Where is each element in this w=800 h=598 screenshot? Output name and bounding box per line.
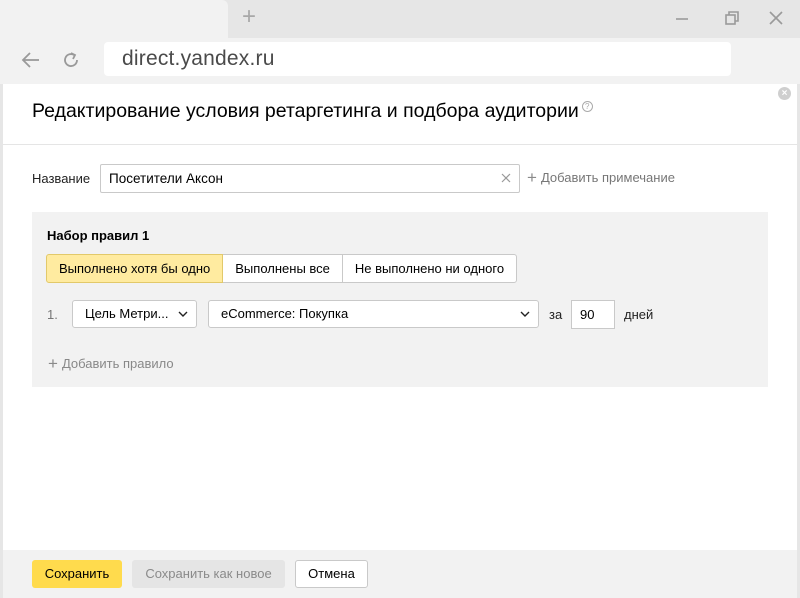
- modal-title: Редактирование условия ретаргетинга и по…: [32, 100, 593, 123]
- back-arrow-icon[interactable]: [19, 48, 43, 72]
- clear-input-icon[interactable]: [501, 165, 511, 192]
- plus-icon: +: [48, 354, 58, 373]
- add-note-label: Добавить примечание: [540, 170, 675, 185]
- add-rule-link[interactable]: + Добавить правило: [48, 354, 174, 373]
- plus-icon: +: [527, 168, 537, 187]
- mode-none-button[interactable]: Не выполнено ни одного: [341, 254, 518, 283]
- days-input[interactable]: 90: [571, 300, 615, 329]
- rule-goal-value: eCommerce: Покупка: [221, 306, 349, 321]
- add-note-link[interactable]: + Добавить примечание: [527, 168, 675, 187]
- mode-any-button[interactable]: Выполнено хотя бы одно: [46, 254, 224, 283]
- close-icon[interactable]: [766, 8, 786, 28]
- rule-type-value: Цель Метри...: [85, 306, 169, 321]
- new-tab-button[interactable]: +: [237, 5, 261, 30]
- minimize-icon[interactable]: [672, 8, 692, 28]
- help-icon[interactable]: ?: [581, 101, 593, 112]
- ruleset-mode-switch: Выполнено хотя бы одно Выполнены все Не …: [46, 254, 518, 283]
- days-label: дней: [624, 307, 654, 322]
- name-input[interactable]: Посетители Аксон: [100, 164, 520, 193]
- save-button[interactable]: Сохранить: [32, 560, 122, 588]
- address-bar-row: direct.yandex.ru: [0, 38, 800, 84]
- chevron-down-icon: [178, 311, 188, 317]
- ruleset-title: Набор правил 1: [47, 228, 150, 243]
- cancel-button[interactable]: Отмена: [295, 560, 368, 588]
- restore-icon[interactable]: [722, 8, 742, 28]
- name-label: Название: [32, 171, 91, 186]
- add-rule-label: Добавить правило: [61, 356, 174, 371]
- save-as-new-button[interactable]: Сохранить как новое: [132, 560, 285, 588]
- url-field[interactable]: direct.yandex.ru: [104, 42, 731, 76]
- modal-footer: Сохранить Сохранить как новое Отмена: [3, 550, 797, 598]
- for-label: за: [549, 307, 563, 322]
- ruleset-panel: Набор правил 1 Выполнено хотя бы одно Вы…: [32, 212, 768, 387]
- reload-icon[interactable]: [59, 48, 83, 72]
- browser-tab-bar: +: [0, 0, 800, 38]
- title-divider: [3, 144, 797, 145]
- retargeting-modal: × Редактирование условия ретаргетинга и …: [3, 84, 797, 598]
- chevron-down-icon: [520, 311, 530, 317]
- mode-all-button[interactable]: Выполнены все: [222, 254, 343, 283]
- browser-tab[interactable]: [0, 0, 228, 38]
- name-input-value: Посетители Аксон: [109, 171, 223, 186]
- rule-goal-select[interactable]: eCommerce: Покупка: [208, 300, 539, 328]
- modal-close-icon[interactable]: ×: [778, 87, 791, 100]
- rule-number: 1.: [47, 307, 58, 322]
- rule-type-select[interactable]: Цель Метри...: [72, 300, 197, 328]
- modal-title-text: Редактирование условия ретаргетинга и по…: [32, 100, 579, 122]
